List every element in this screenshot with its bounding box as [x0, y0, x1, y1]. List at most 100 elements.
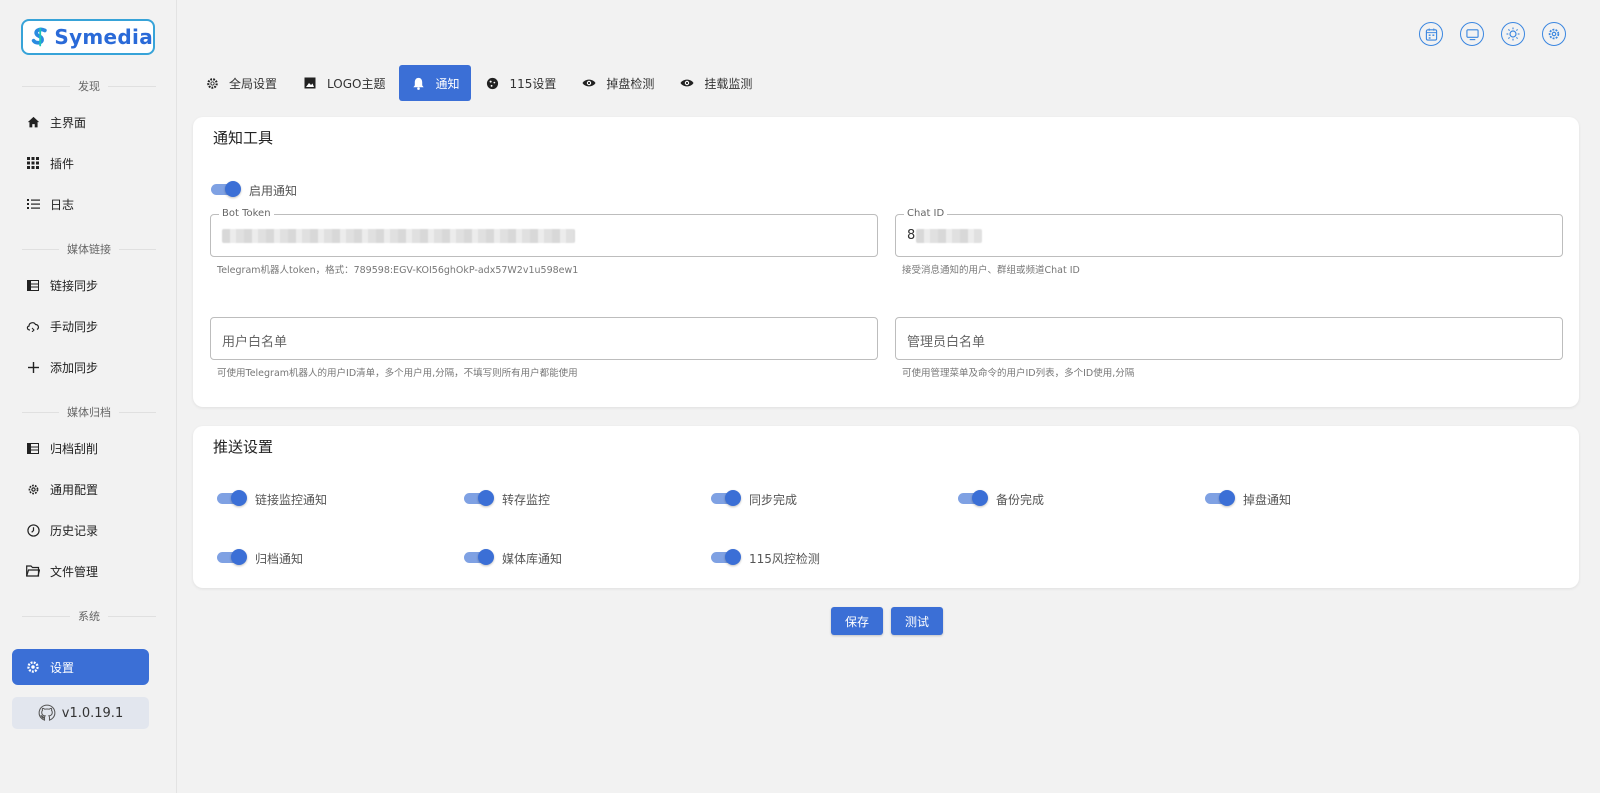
section-label-discover: 发现 — [22, 78, 156, 94]
switch-thumb — [478, 490, 494, 506]
tab-label: 掉盘检测 — [606, 76, 655, 91]
tab-label: 挂载监测 — [704, 76, 753, 91]
chat-id-field[interactable]: Chat ID 8 — [895, 208, 1563, 257]
sidebar-item-logs[interactable]: 日志 — [12, 186, 149, 222]
tab-label: 通知 — [435, 76, 460, 91]
test-button[interactable]: 测试 — [891, 607, 944, 635]
version-badge[interactable]: v1.0.19.1 — [12, 697, 149, 729]
table-icon — [26, 441, 40, 455]
sidebar-item-label: 设置 — [50, 660, 75, 675]
switch-thumb — [231, 549, 247, 565]
sidebar-item-history[interactable]: 历史记录 — [12, 512, 149, 548]
image-icon — [303, 76, 317, 90]
card-title: 通知工具 — [213, 129, 274, 147]
section-label-media-archive: 媒体归档 — [22, 404, 156, 420]
sidebar-item-general-config[interactable]: 通用配置 — [12, 471, 149, 507]
gear-icon — [1548, 28, 1560, 40]
sidebar: Symedia 发现 主界面 插件 日志 媒体链接 链接同步 手动同步 添加同步… — [0, 0, 177, 793]
sidebar-item-label: 主界面 — [50, 115, 87, 130]
logo-mark-icon — [31, 27, 47, 47]
switch-thumb — [1219, 490, 1235, 506]
admin-whitelist-placeholder: 管理员白名单 — [907, 335, 986, 350]
sidebar-item-label: 链接同步 — [50, 278, 99, 293]
chat-id-value: 8 — [907, 228, 983, 243]
admin-whitelist-hint: 可使用管理菜单及命令的用户ID列表，多个ID使用,分隔 — [902, 368, 1135, 379]
calendar-button[interactable] — [1419, 22, 1443, 46]
switch-label: 掉盘通知 — [1243, 493, 1292, 507]
switch-thumb — [725, 490, 741, 506]
home-icon — [26, 115, 40, 129]
admin-whitelist-input[interactable]: 管理员白名单 — [895, 317, 1563, 360]
sidebar-item-manual-sync[interactable]: 手动同步 — [12, 308, 149, 344]
switch-media-library-notify[interactable] — [464, 549, 494, 565]
table-icon — [26, 278, 40, 292]
cloud-sync-icon — [26, 319, 40, 333]
bot-token-hint: Telegram机器人token，格式：789598:EGV-KOI56ghOk… — [217, 265, 579, 276]
tab-notification[interactable]: 通知 — [399, 65, 472, 101]
switch-label: 转存监控 — [502, 493, 551, 507]
switch-thumb — [478, 549, 494, 565]
sidebar-item-label: 插件 — [50, 156, 75, 171]
user-whitelist-hint: 可使用Telegram机器人的用户ID清单，多个用户用,分隔，不填写则所有用户都… — [217, 368, 578, 379]
switch-backup-complete[interactable] — [958, 490, 988, 506]
switch-label: 同步完成 — [749, 493, 798, 507]
push-settings-card: 推送设置 链接监控通知 转存监控 同步完成 备份完成 掉盘通知 归档通知 媒体库… — [193, 426, 1579, 588]
settings-button[interactable] — [1542, 22, 1566, 46]
eye-icon — [680, 76, 694, 90]
sidebar-item-plugins[interactable]: 插件 — [12, 145, 149, 181]
clock-icon — [26, 523, 40, 537]
monitor-icon — [1465, 28, 1479, 40]
switch-115-risk-detect[interactable] — [711, 549, 741, 565]
sidebar-item-label: 归档刮削 — [50, 441, 99, 456]
switch-archive-notify[interactable] — [217, 549, 247, 565]
sidebar-item-add-sync[interactable]: 添加同步 — [12, 349, 149, 385]
sidebar-item-label: 通用配置 — [50, 482, 99, 497]
sidebar-item-label: 手动同步 — [50, 319, 99, 334]
eye-icon — [582, 76, 596, 90]
sun-icon — [1506, 27, 1520, 41]
sidebar-item-settings[interactable]: 设置 — [12, 649, 149, 685]
switch-transfer-monitor[interactable] — [464, 490, 494, 506]
sidebar-item-label: 日志 — [50, 197, 75, 212]
theme-toggle-button[interactable] — [1501, 22, 1525, 46]
gear-icon — [205, 76, 219, 90]
card-title: 推送设置 — [213, 438, 274, 456]
switch-disk-drop-notify[interactable] — [1205, 490, 1235, 506]
switch-link-monitor-notify[interactable] — [217, 490, 247, 506]
field-legend: Chat ID — [904, 208, 948, 219]
section-label-system: 系统 — [22, 608, 156, 624]
top-toolbar — [1419, 22, 1566, 46]
sidebar-item-archive-scrape[interactable]: 归档刮削 — [12, 430, 149, 466]
tab-logo-theme[interactable]: LOGO主题 — [291, 65, 397, 101]
sidebar-item-home[interactable]: 主界面 — [12, 104, 149, 140]
switch-thumb — [972, 490, 988, 506]
tab-global-settings[interactable]: 全局设置 — [193, 65, 289, 101]
tab-label: 115设置 — [509, 76, 557, 91]
logo[interactable]: Symedia — [21, 19, 155, 55]
switch-label: 备份完成 — [996, 493, 1045, 507]
switch-label: 链接监控通知 — [255, 493, 328, 507]
enable-notify-switch[interactable] — [211, 181, 241, 197]
field-legend: Bot Token — [219, 208, 274, 219]
save-button[interactable]: 保存 — [831, 607, 884, 635]
tab-mount-monitor[interactable]: 挂载监测 — [668, 65, 764, 101]
bot-token-field[interactable]: Bot Token — [210, 208, 878, 257]
github-icon — [38, 704, 56, 721]
gear-icon — [26, 482, 40, 496]
tab-115-settings[interactable]: 115设置 — [473, 65, 568, 101]
logo-text: Symedia — [54, 25, 153, 49]
user-whitelist-input[interactable]: 用户白名单 — [210, 317, 878, 360]
bot-token-value — [222, 228, 575, 243]
tab-disk-drop-detection[interactable]: 掉盘检测 — [570, 65, 666, 101]
switch-sync-complete[interactable] — [711, 490, 741, 506]
notify-tool-card: 通知工具 启用通知 Bot Token Telegram机器人token，格式：… — [193, 117, 1579, 407]
sidebar-item-file-manager[interactable]: 文件管理 — [12, 553, 149, 589]
sidebar-item-link-sync[interactable]: 链接同步 — [12, 267, 149, 303]
folder-icon — [26, 564, 40, 578]
calendar-icon — [1425, 27, 1437, 41]
monitor-button[interactable] — [1460, 22, 1484, 46]
tab-label: LOGO主题 — [327, 76, 386, 91]
switch-thumb — [231, 490, 247, 506]
gear-icon — [26, 660, 40, 674]
switch-label: 归档通知 — [255, 552, 304, 566]
